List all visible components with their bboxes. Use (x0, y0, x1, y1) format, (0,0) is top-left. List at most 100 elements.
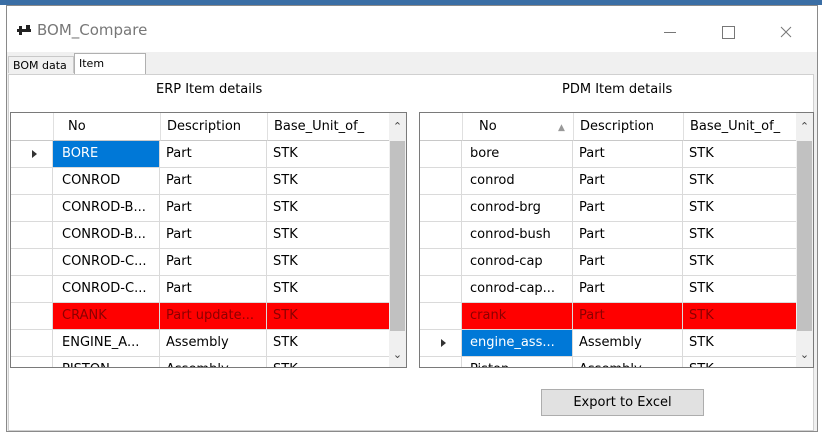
pdm-table-row[interactable]: conrod-cap Part STK (420, 249, 798, 276)
pdm-cell-unit[interactable]: STK (683, 195, 798, 222)
scroll-up-icon[interactable]: ⌃ (389, 115, 406, 137)
row-header[interactable] (420, 276, 462, 303)
tab-bom-data[interactable]: BOM data (8, 56, 74, 73)
pdm-cell-no[interactable]: Piston (462, 357, 573, 367)
erp-cell-unit[interactable]: STK (267, 357, 391, 367)
pdm-vertical-scrollbar[interactable]: ⌃ ⌄ (796, 113, 813, 367)
erp-cell-no[interactable]: CONROD-B... (53, 222, 160, 249)
pdm-cell-description[interactable]: Part (573, 222, 683, 249)
pdm-cell-unit[interactable]: STK (683, 141, 798, 168)
erp-cell-no[interactable]: PISTON (53, 357, 160, 367)
pdm-col-no[interactable]: No ▲ (462, 113, 573, 141)
erp-cell-unit[interactable]: STK (267, 195, 391, 222)
pdm-cell-no[interactable]: conrod-brg (462, 195, 573, 222)
scroll-down-icon[interactable]: ⌄ (389, 343, 406, 365)
erp-table-row[interactable]: CRANK Part update... STK (11, 303, 391, 330)
pdm-cell-unit[interactable]: STK (683, 330, 798, 357)
row-header[interactable] (420, 303, 462, 330)
erp-cell-no[interactable]: CONROD (53, 168, 160, 195)
minimize-button[interactable] (647, 17, 693, 47)
erp-cell-no[interactable]: ENGINE_A... (53, 330, 160, 357)
erp-col-no[interactable]: No (53, 113, 160, 141)
pdm-cell-unit[interactable]: STK (683, 357, 798, 367)
row-header[interactable] (11, 168, 53, 195)
pdm-cell-description[interactable]: Assembly (573, 330, 683, 357)
pdm-table-row[interactable]: bore Part STK (420, 141, 798, 168)
pdm-cell-no[interactable]: bore (462, 141, 573, 168)
row-header[interactable] (11, 276, 53, 303)
pdm-cell-description[interactable]: Part (573, 303, 683, 330)
erp-cell-unit[interactable]: STK (267, 141, 391, 168)
pdm-cell-unit[interactable]: STK (683, 168, 798, 195)
row-header[interactable] (11, 357, 53, 367)
row-header[interactable] (11, 141, 53, 168)
pdm-table-row[interactable]: conrod Part STK (420, 168, 798, 195)
erp-cell-no[interactable]: BORE (53, 141, 160, 168)
row-header[interactable] (11, 222, 53, 249)
pdm-cell-description[interactable]: Part (573, 195, 683, 222)
pdm-cell-no[interactable]: conrod (462, 168, 573, 195)
erp-table-row[interactable]: CONROD-B... Part STK (11, 222, 391, 249)
close-button[interactable] (763, 17, 809, 47)
pdm-cell-no[interactable]: crank (462, 303, 573, 330)
maximize-button[interactable] (705, 17, 751, 47)
row-header[interactable] (420, 357, 462, 367)
scroll-up-icon[interactable]: ⌃ (796, 115, 813, 137)
erp-cell-no[interactable]: CRANK (53, 303, 160, 330)
pdm-table-row[interactable]: PistonAssemblySTK (420, 357, 798, 367)
erp-cell-description[interactable]: Part (160, 195, 267, 222)
pdm-cell-description[interactable]: Part (573, 141, 683, 168)
export-to-excel-button[interactable]: Export to Excel (541, 389, 704, 416)
pdm-cell-unit[interactable]: STK (683, 276, 798, 303)
erp-table-row[interactable]: BORE Part STK (11, 141, 391, 168)
pdm-cell-no[interactable]: conrod-cap (462, 249, 573, 276)
erp-col-base-unit[interactable]: Base_Unit_of_ (267, 113, 391, 141)
erp-cell-description[interactable]: Part (160, 168, 267, 195)
erp-cell-unit[interactable]: STK (267, 276, 391, 303)
scroll-down-icon[interactable]: ⌄ (796, 343, 813, 365)
pdm-cell-description[interactable]: Part (573, 168, 683, 195)
erp-cell-description[interactable]: Part update... (160, 303, 267, 330)
row-header[interactable] (420, 249, 462, 276)
row-header[interactable] (420, 168, 462, 195)
erp-grid[interactable]: No Description Base_Unit_of_ BORE Part STK… (10, 112, 407, 368)
erp-table-row[interactable]: ENGINE_A... Assembly STK (11, 330, 391, 357)
row-header[interactable] (420, 222, 462, 249)
pdm-cell-no[interactable]: conrod-cap... (462, 276, 573, 303)
erp-cell-description[interactable]: Part (160, 276, 267, 303)
erp-table-row[interactable]: CONROD-B... Part STK (11, 195, 391, 222)
row-header[interactable] (420, 141, 462, 168)
pdm-cell-no[interactable]: conrod-bush (462, 222, 573, 249)
erp-cell-no[interactable]: CONROD-B... (53, 195, 160, 222)
pdm-table-row[interactable]: conrod-cap... Part STK (420, 276, 798, 303)
erp-cell-unit[interactable]: STK (267, 303, 391, 330)
tab-item-details[interactable]: Item details (74, 53, 146, 89)
row-header[interactable] (11, 303, 53, 330)
erp-col-description[interactable]: Description (160, 113, 267, 141)
row-header[interactable] (11, 195, 53, 222)
erp-table-row[interactable]: CONROD-C... Part STK (11, 249, 391, 276)
pdm-cell-unit[interactable]: STK (683, 249, 798, 276)
erp-cell-unit[interactable]: STK (267, 168, 391, 195)
erp-cell-description[interactable]: Assembly (160, 330, 267, 357)
erp-cell-description[interactable]: Part (160, 249, 267, 276)
pdm-cell-unit[interactable]: STK (683, 303, 798, 330)
pdm-table-row[interactable]: conrod-brg Part STK (420, 195, 798, 222)
erp-cell-description[interactable]: Assembly (160, 357, 267, 367)
pdm-table-row[interactable]: crank Part STK (420, 303, 798, 330)
scroll-thumb[interactable] (797, 141, 812, 331)
erp-table-row[interactable]: PISTONAssemblySTK (11, 357, 391, 367)
pdm-col-base-unit[interactable]: Base_Unit_of_ (683, 113, 798, 141)
erp-table-row[interactable]: CONROD Part STK (11, 168, 391, 195)
erp-table-row[interactable]: CONROD-C... Part STK (11, 276, 391, 303)
pdm-cell-unit[interactable]: STK (683, 222, 798, 249)
erp-cell-unit[interactable]: STK (267, 330, 391, 357)
pdm-cell-description[interactable]: Assembly (573, 357, 683, 367)
erp-cell-unit[interactable]: STK (267, 222, 391, 249)
erp-cell-description[interactable]: Part (160, 141, 267, 168)
erp-cell-no[interactable]: CONROD-C... (53, 276, 160, 303)
erp-cell-no[interactable]: CONROD-C... (53, 249, 160, 276)
scroll-thumb[interactable] (390, 141, 405, 331)
erp-cell-unit[interactable]: STK (267, 249, 391, 276)
pdm-table-row[interactable]: conrod-bush Part STK (420, 222, 798, 249)
